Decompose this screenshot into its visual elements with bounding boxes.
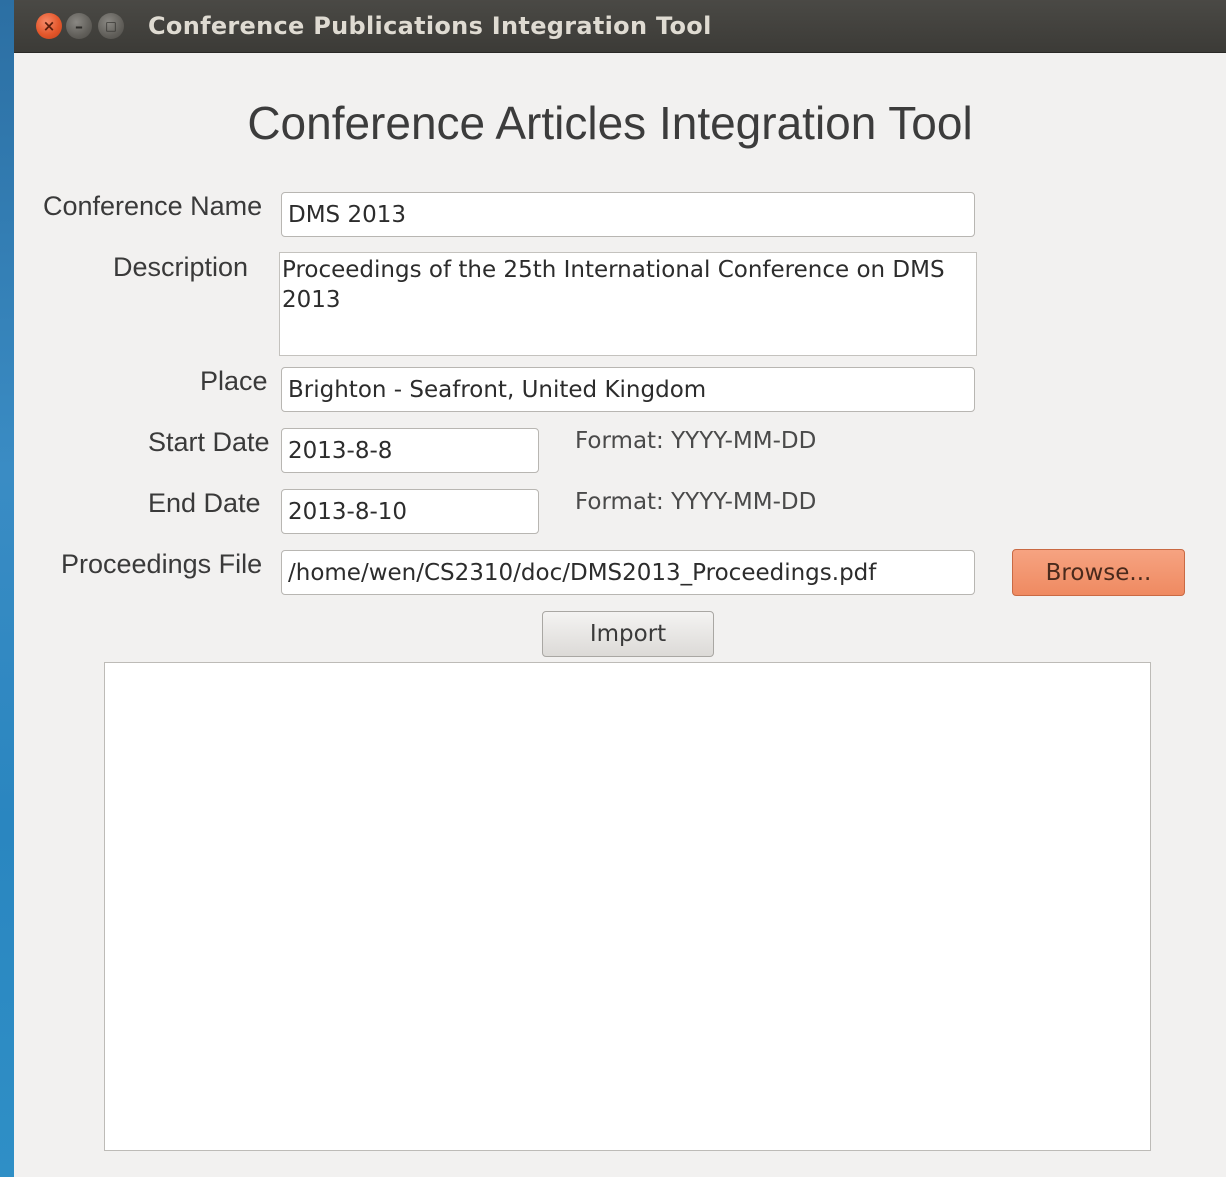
start-date-format-hint: Format: YYYY-MM-DD <box>575 428 817 454</box>
start-date-field[interactable]: 2013-8-8 <box>281 428 539 473</box>
app-window: × – □ Conference Publications Integratio… <box>14 0 1226 1177</box>
description-label: Description <box>113 252 249 282</box>
place-label: Place <box>200 366 268 396</box>
place-field[interactable]: Brighton - Seafront, United Kingdom <box>281 367 975 412</box>
window-title: Conference Publications Integration Tool <box>148 12 712 40</box>
minimize-window-button[interactable]: – <box>66 13 92 39</box>
import-button[interactable]: Import <box>542 611 714 657</box>
title-bar: × – □ Conference Publications Integratio… <box>14 0 1226 53</box>
close-icon: × <box>42 17 56 35</box>
conference-name-field[interactable]: DMS 2013 <box>281 192 975 237</box>
minimize-icon: – <box>75 16 83 36</box>
end-date-field[interactable]: 2013-8-10 <box>281 489 539 534</box>
close-window-button[interactable]: × <box>36 13 62 39</box>
maximize-icon: □ <box>105 19 117 33</box>
start-date-label: Start Date <box>148 427 270 457</box>
page-title: Conference Articles Integration Tool <box>247 97 973 149</box>
proceedings-file-field[interactable]: /home/wen/CS2310/doc/DMS2013_Proceedings… <box>281 550 975 595</box>
conference-name-label: Conference Name <box>43 191 263 221</box>
end-date-label: End Date <box>148 488 261 518</box>
maximize-window-button[interactable]: □ <box>98 13 124 39</box>
proceedings-file-label: Proceedings File <box>61 549 263 579</box>
browse-button[interactable]: Browse... <box>1012 549 1185 596</box>
output-text-area[interactable] <box>104 662 1151 1151</box>
description-textarea[interactable]: Proceedings of the 25th International Co… <box>279 252 977 356</box>
end-date-format-hint: Format: YYYY-MM-DD <box>575 489 817 515</box>
